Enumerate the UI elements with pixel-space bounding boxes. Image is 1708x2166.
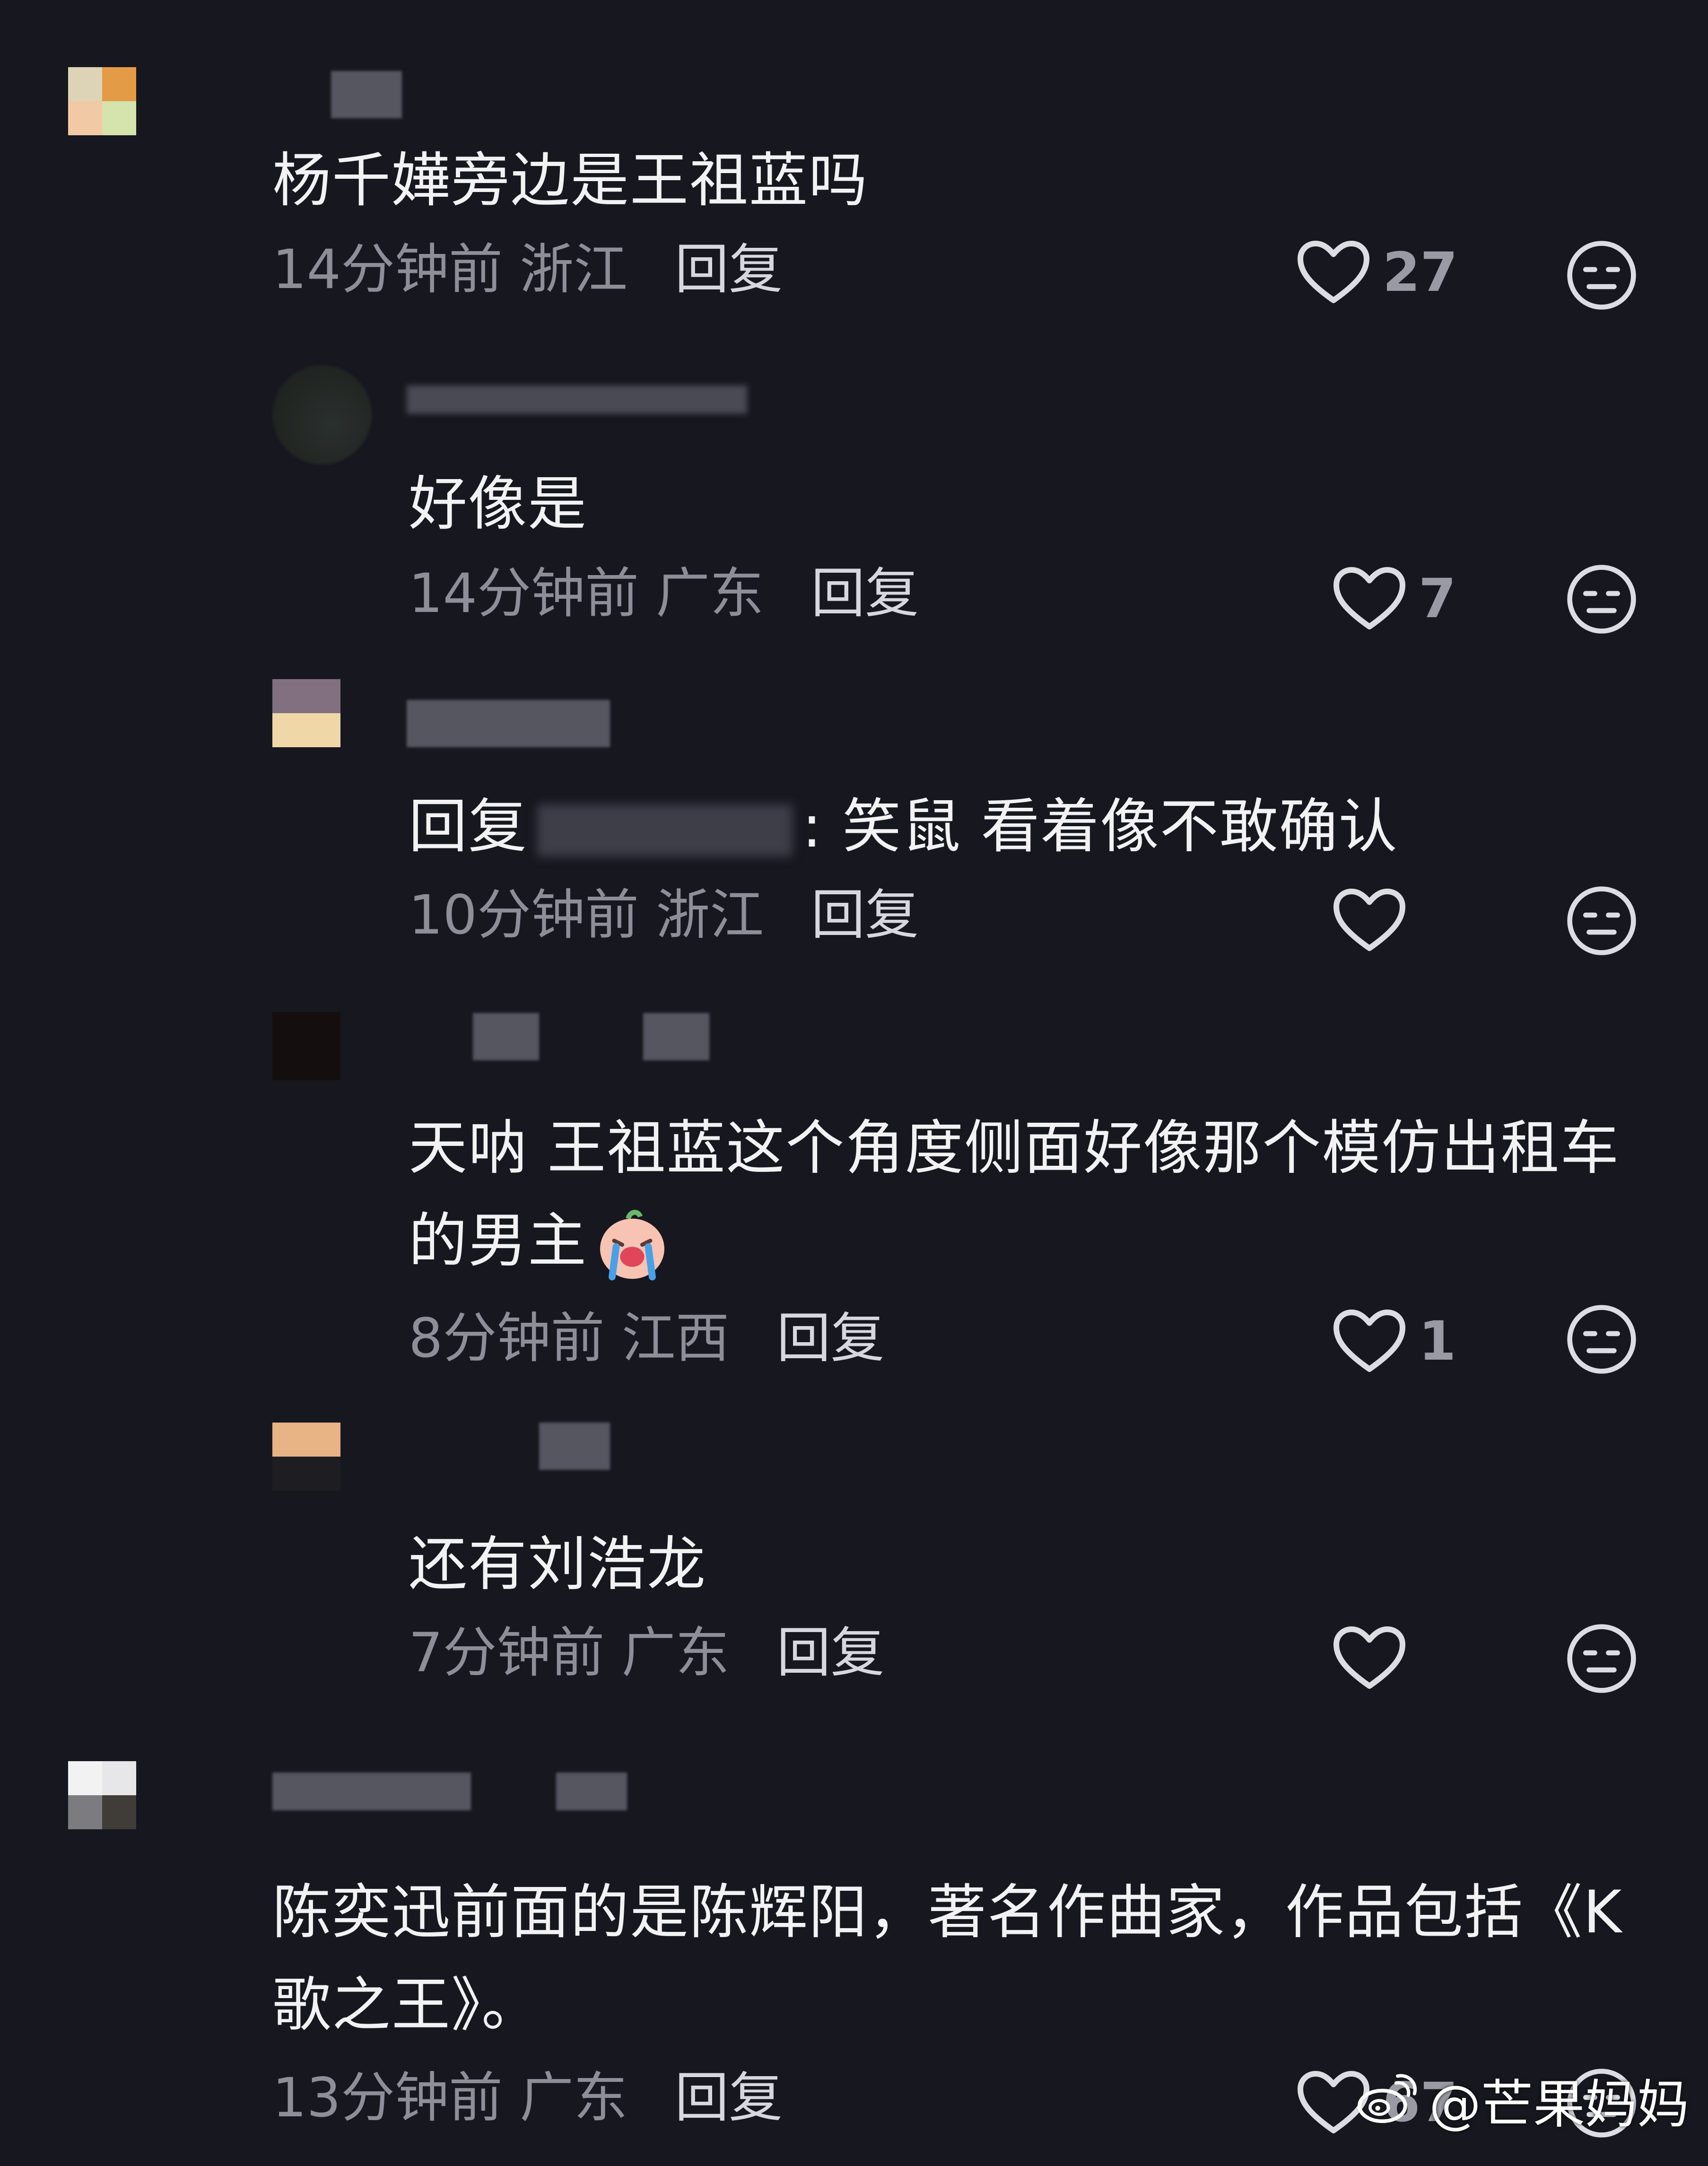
comment-text: 杨千嬅旁边是王祖蓝吗 [272,147,869,215]
crying-face-emoji [600,1209,665,1281]
reply-item: 好像是 14分钟前 广东 回复 7 [0,331,1708,662]
reply-item: 还有刘浩龙 7分钟前 广东 回复 [0,1390,1708,1721]
comment-time: 14分钟前 [272,238,503,301]
like-button[interactable]: 27 [1296,236,1458,307]
avatar[interactable] [68,1761,136,1829]
comment-time: 13分钟前 [272,2066,503,2129]
react-button[interactable] [1565,239,1638,312]
meh-face-icon [1567,565,1636,634]
reply-text: 回复 : 笑鼠 看着像不敢确认 [409,780,1398,873]
heart-outline-icon [1298,241,1369,303]
reply-meta: 14分钟前 广东 回复 [409,560,919,627]
reply-text: 还有刘浩龙 [409,1530,707,1598]
mentioned-user-blurred[interactable] [537,804,793,856]
meh-face-icon [1567,1305,1636,1374]
reply-item: 回复 : 笑鼠 看着像不敢确认 10分钟前 浙江 回复 [0,662,1708,984]
meh-face-icon [1567,886,1636,955]
avatar[interactable] [68,67,136,135]
reply-meta: 7分钟前 广东 回复 [409,1620,885,1686]
like-count: 7 [1419,567,1456,630]
heart-outline-icon [1333,889,1405,951]
react-button[interactable] [1565,1622,1638,1695]
reply-body: : 笑鼠 看着像不敢确认 [802,793,1398,861]
avatar[interactable] [272,1012,340,1080]
reply-location: 广东 [656,562,764,625]
username-blurred[interactable] [272,1768,627,1815]
reply-button[interactable]: 回复 [675,2065,783,2131]
reply-time: 7分钟前 [409,1621,605,1684]
reply-text-line1: 天呐 王祖蓝这个角度侧面好像那个模仿出租车 [409,1114,1620,1182]
react-button[interactable] [1565,563,1638,636]
comment-item: 杨千嬅旁边是王祖蓝吗 14分钟前 浙江 回复 27 [0,0,1708,331]
comment-location: 广东 [520,2066,628,2129]
reply-button[interactable]: 回复 [777,1620,885,1686]
comment-text-line1: 陈奕迅前面的是陈辉阳，著名作曲家，作品包括《K [272,1878,1623,1947]
comment-text-line2: 歌之王》。 [272,1971,541,2039]
reply-location: 江西 [621,1307,730,1370]
heart-outline-icon [1333,567,1405,629]
username-blurred[interactable] [407,376,747,423]
avatar[interactable] [272,1423,340,1491]
comment-meta: 13分钟前 广东 回复 [272,2065,783,2131]
avatar[interactable] [272,679,340,747]
like-count: 27 [1383,240,1458,304]
watermark: @芒果妈妈 [1356,2062,1689,2138]
reply-meta: 10分钟前 浙江 回复 [409,882,919,948]
like-button[interactable]: 7 [1332,563,1456,634]
weibo-icon [1357,2074,1417,2123]
reply-button[interactable]: 回复 [777,1305,885,1371]
meh-face-icon [1567,1624,1636,1693]
reply-location: 浙江 [656,883,764,946]
avatar[interactable] [272,365,372,464]
username-blurred[interactable] [473,1013,709,1060]
username-blurred[interactable] [539,1423,610,1470]
heart-outline-icon [1333,1626,1405,1689]
like-button[interactable] [1332,1622,1419,1693]
comment-location: 浙江 [520,238,628,301]
reply-time: 14分钟前 [409,562,639,625]
react-button[interactable] [1565,1303,1638,1376]
reply-item: 天呐 王祖蓝这个角度侧面好像那个模仿出租车 的男主 8分钟前 江西 回复 1 [0,984,1708,1390]
react-button[interactable] [1565,884,1638,957]
reply-location: 广东 [621,1621,730,1684]
heart-outline-icon [1333,1310,1405,1372]
reply-text-line2-body: 的男主 [409,1207,588,1275]
reply-button[interactable]: 回复 [811,882,919,948]
like-button[interactable] [1332,884,1419,955]
meh-face-icon [1567,241,1636,310]
username-blurred[interactable] [407,700,610,747]
reply-button[interactable]: 回复 [811,560,919,627]
reply-prefix: 回复 [409,793,528,861]
comment-meta: 14分钟前 浙江 回复 [272,236,783,303]
reply-time: 8分钟前 [409,1307,605,1370]
reply-time: 10分钟前 [409,883,639,946]
reply-meta: 8分钟前 江西 回复 [409,1305,885,1371]
reply-text: 好像是 [409,470,588,538]
reply-button[interactable]: 回复 [675,236,783,303]
like-count: 1 [1419,1309,1456,1372]
reply-text-line2: 的男主 [409,1195,672,1287]
watermark-text: @芒果妈妈 [1429,2074,1689,2135]
like-button[interactable]: 1 [1332,1305,1456,1376]
username-blurred[interactable] [331,71,402,118]
